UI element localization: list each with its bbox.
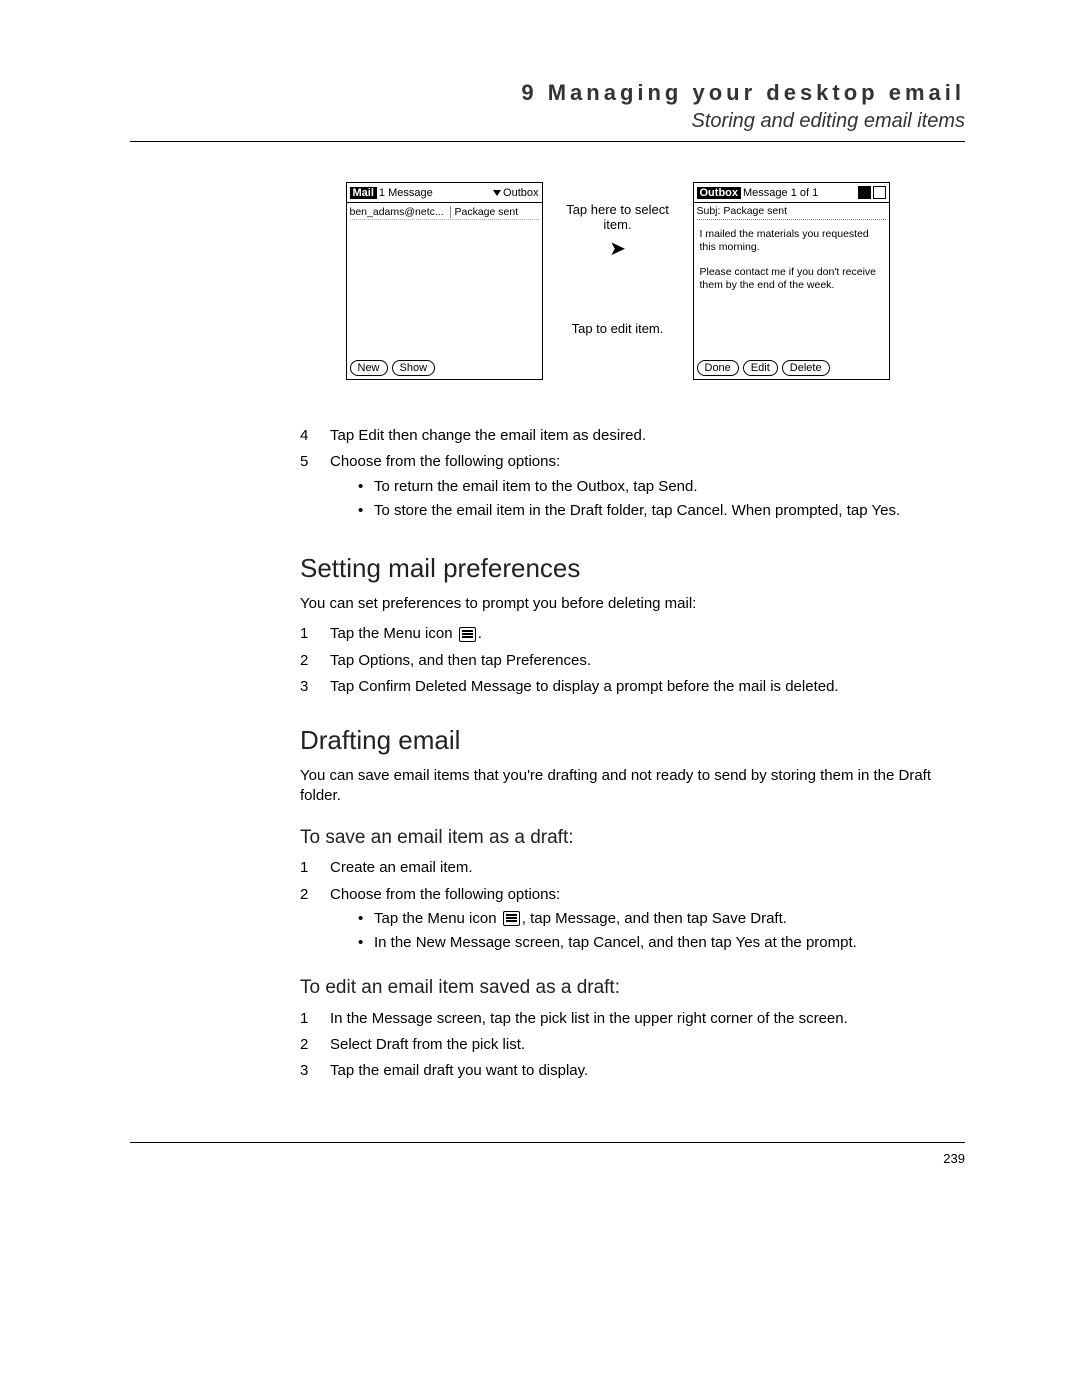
heading-preferences: Setting mail preferences — [300, 551, 965, 586]
app-label: Mail — [350, 187, 377, 199]
mail-row[interactable]: ben_adams@netc... Package sent — [350, 205, 539, 220]
steps-save-draft: 1 Create an email item. 2 Choose from th… — [300, 858, 965, 957]
step-4: 4 Tap Edit then change the email item as… — [300, 426, 965, 446]
message-count: 1 Message — [379, 187, 433, 199]
steps-edit-draft: 1 In the Message screen, tap the pick li… — [300, 1009, 965, 1082]
arrow-icon: ➤ — [563, 236, 673, 261]
page-number: 239 — [130, 1151, 965, 1166]
edit-button[interactable]: Edit — [743, 360, 778, 376]
figure: Mail 1 Message Outbox ben_adams@netc... … — [270, 182, 965, 396]
callout-select: Tap here to select item. ➤ — [563, 202, 673, 261]
mail-from: ben_adams@netc... — [350, 206, 451, 218]
mail-list-header: Mail 1 Message Outbox — [347, 183, 542, 203]
intro-preferences: You can set preferences to prompt you be… — [300, 594, 965, 614]
message-para1: I mailed the materials you requested thi… — [697, 226, 886, 256]
app-label: Outbox — [697, 187, 742, 199]
dropdown-icon — [493, 190, 501, 196]
show-button[interactable]: Show — [392, 360, 436, 376]
message-para2: Please contact me if you don't receive t… — [697, 264, 886, 294]
page: 9 Managing your desktop email Storing an… — [0, 0, 1080, 1397]
message-body: Subj: Package sent I mailed the material… — [694, 203, 889, 357]
bullet: Tap the Menu icon , tap Message, and the… — [358, 909, 965, 929]
step-1: 1 Tap the Menu icon . — [300, 624, 965, 644]
new-button[interactable]: New — [350, 360, 388, 376]
step-1: 1 In the Message screen, tap the pick li… — [300, 1009, 965, 1029]
prev-icon[interactable] — [858, 186, 871, 199]
menu-icon — [459, 627, 476, 642]
intro-drafting: You can save email items that you're dra… — [300, 766, 965, 807]
subject-value: Package sent — [723, 205, 787, 217]
callout-edit: Tap to edit item. — [563, 321, 673, 336]
step-2: 2 Select Draft from the pick list. — [300, 1035, 965, 1055]
delete-button[interactable]: Delete — [782, 360, 830, 376]
mail-subject: Package sent — [451, 206, 519, 218]
message-detail-screenshot: Outbox Message 1 of 1 Subj: Package sent… — [693, 182, 890, 380]
step-5: 5 Choose from the following options: To … — [300, 452, 965, 525]
bullet: In the New Message screen, tap Cancel, a… — [358, 933, 965, 953]
step-3: 3 Tap Confirm Deleted Message to display… — [300, 677, 965, 697]
section-title: Storing and editing email items — [130, 110, 965, 133]
mail-list-body: ben_adams@netc... Package sent — [347, 203, 542, 357]
page-header: 9 Managing your desktop email Storing an… — [130, 80, 965, 133]
subheading-save-draft: To save an email item as a draft: — [300, 825, 965, 851]
step-3: 3 Tap the email draft you want to displa… — [300, 1061, 965, 1081]
message-detail-header: Outbox Message 1 of 1 — [694, 183, 889, 203]
callouts: Tap here to select item. ➤ Tap to edit i… — [563, 182, 673, 396]
done-button[interactable]: Done — [697, 360, 739, 376]
mail-list-screenshot: Mail 1 Message Outbox ben_adams@netc... … — [346, 182, 543, 380]
heading-drafting: Drafting email — [300, 723, 965, 758]
steps-continued: 4 Tap Edit then change the email item as… — [300, 426, 965, 525]
folder-label: Outbox — [503, 187, 538, 199]
subheading-edit-draft: To edit an email item saved as a draft: — [300, 975, 965, 1001]
step-2: 2 Tap Options, and then tap Preferences. — [300, 651, 965, 671]
steps-preferences: 1 Tap the Menu icon . 2 Tap Options, and… — [300, 624, 965, 697]
message-position: Message 1 of 1 — [743, 187, 818, 199]
menu-icon — [503, 911, 520, 926]
step-2: 2 Choose from the following options: Tap… — [300, 885, 965, 958]
bullet: To return the email item to the Outbox, … — [358, 477, 965, 497]
chapter-title: 9 Managing your desktop email — [130, 80, 965, 106]
footer-rule — [130, 1142, 965, 1143]
message-footer: Done Edit Delete — [694, 357, 889, 379]
nav-icons — [858, 186, 886, 199]
mail-list-footer: New Show — [347, 357, 542, 379]
next-icon[interactable] — [873, 186, 886, 199]
step-1: 1 Create an email item. — [300, 858, 965, 878]
folder-dropdown[interactable]: Outbox — [493, 187, 538, 199]
body-content: 4 Tap Edit then change the email item as… — [300, 426, 965, 1082]
subject-label: Subj: — [697, 205, 721, 217]
header-rule — [130, 141, 965, 142]
bullet: To store the email item in the Draft fol… — [358, 501, 965, 521]
